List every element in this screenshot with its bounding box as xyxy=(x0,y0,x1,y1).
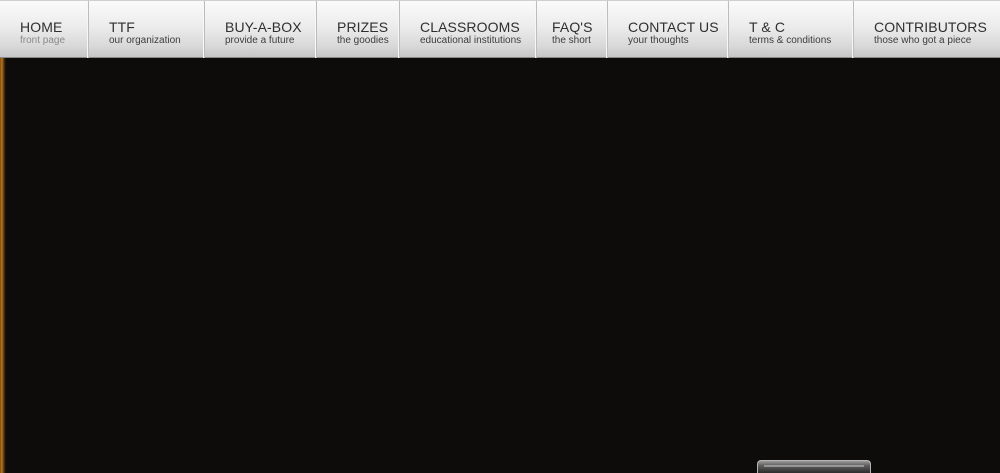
nav-item-subtitle: your thoughts xyxy=(628,35,689,46)
nav-item-terms[interactable]: T & C terms & conditions xyxy=(729,1,854,58)
nav-item-subtitle: provide a future xyxy=(225,35,295,46)
nav-item-subtitle: the short xyxy=(552,35,591,46)
nav-item-subtitle: terms & conditions xyxy=(749,35,832,46)
nav-item-title: BUY-A-BOX xyxy=(225,19,302,35)
nav-item-title: CONTRIBUTORS xyxy=(874,19,987,35)
nav-item-title: FAQ'S xyxy=(552,19,593,35)
nav-item-title: T & C xyxy=(749,19,786,35)
nav-item-subtitle: those who got a piece xyxy=(874,35,972,46)
main-navigation: HOME front page TTF our organization BUY… xyxy=(0,0,1000,58)
nav-item-subtitle: educational institutions xyxy=(420,35,522,46)
nav-item-subtitle: front page xyxy=(20,35,66,46)
nav-item-ttf[interactable]: TTF our organization xyxy=(89,1,205,58)
nav-item-title: HOME xyxy=(20,19,63,35)
nav-item-prizes[interactable]: PRIZES the goodies xyxy=(317,1,400,58)
nav-item-home[interactable]: HOME front page xyxy=(0,1,89,58)
nav-item-contributors[interactable]: CONTRIBUTORS those who got a piece xyxy=(854,1,1000,58)
nav-item-classrooms[interactable]: CLASSROOMS educational institutions xyxy=(400,1,537,58)
nav-item-title: TTF xyxy=(109,19,135,35)
nav-item-buy-a-box[interactable]: BUY-A-BOX provide a future xyxy=(205,1,317,58)
nav-item-faqs[interactable]: FAQ'S the short xyxy=(537,1,608,58)
nav-item-title: CONTACT US xyxy=(628,19,719,35)
nav-item-title: CLASSROOMS xyxy=(420,19,520,35)
partial-box-image xyxy=(757,460,871,473)
nav-item-title: PRIZES xyxy=(337,19,389,35)
nav-item-contact-us[interactable]: CONTACT US your thoughts xyxy=(608,1,729,58)
left-edge-glow xyxy=(0,57,6,473)
nav-item-subtitle: the goodies xyxy=(337,35,389,46)
nav-item-subtitle: our organization xyxy=(109,35,181,46)
